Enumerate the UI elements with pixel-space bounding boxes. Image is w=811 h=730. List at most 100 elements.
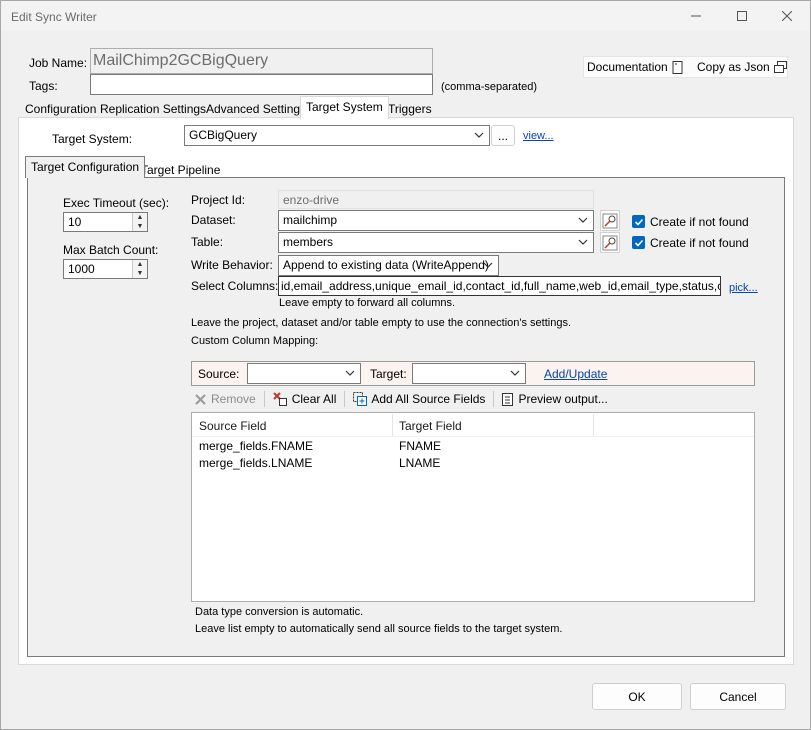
add-all-source-fields-button[interactable]: Add All Source Fields	[353, 392, 485, 406]
empty-list-note: Leave list empty to automatically send a…	[195, 623, 563, 635]
project-id-input[interactable]: enzo-drive	[278, 190, 594, 209]
tab-replication-settings[interactable]: Replication Settings	[94, 98, 212, 118]
chevron-down-icon	[483, 262, 493, 268]
spin-up-icon[interactable]: ▲	[133, 260, 147, 269]
spin-down-icon[interactable]: ▼	[133, 222, 147, 231]
row-source-field: merge_fields.FNAME	[199, 439, 314, 453]
copy-as-json-button[interactable]: Copy as Json	[697, 60, 787, 74]
spin-down-icon[interactable]: ▼	[133, 269, 147, 278]
custom-mapping-label: Custom Column Mapping:	[191, 335, 319, 347]
select-columns-label: Select Columns:	[191, 279, 279, 293]
write-behavior-value: Append to existing data (WriteAppend)	[283, 258, 489, 272]
exec-timeout-label: Exec Timeout (sec):	[63, 196, 170, 210]
source-label: Source:	[198, 367, 240, 381]
dataset-select[interactable]: mailchimp	[278, 210, 594, 231]
documentation-button[interactable]: Documentation	[587, 60, 684, 74]
column-divider[interactable]	[392, 414, 393, 436]
exec-timeout-input[interactable]: 10 ▲ ▼	[63, 212, 148, 232]
table-create-checkbox[interactable]	[632, 236, 645, 249]
tab-configuration[interactable]: Configuration	[19, 98, 102, 118]
window-title: Edit Sync Writer	[11, 10, 97, 24]
column-header-target[interactable]: Target Field	[399, 419, 462, 433]
dataset-create-checkbox[interactable]	[632, 215, 645, 228]
pick-columns-link[interactable]: pick...	[729, 282, 758, 294]
remove-icon	[195, 393, 206, 405]
ok-button[interactable]: OK	[592, 683, 682, 710]
target-system-value: GCBigQuery	[189, 128, 258, 142]
view-link[interactable]: view...	[523, 130, 554, 142]
source-select[interactable]	[247, 363, 361, 384]
row-source-field: merge_fields.LNAME	[199, 456, 313, 470]
mapping-bar: Source: Target: Add/Update	[191, 361, 755, 386]
title-bar: Edit Sync Writer	[1, 1, 810, 31]
close-button[interactable]	[764, 1, 810, 31]
add-all-source-fields-label: Add All Source Fields	[371, 392, 486, 406]
document-icon	[672, 60, 683, 74]
max-batch-spinner[interactable]: ▲ ▼	[132, 260, 147, 278]
row-target-field: FNAME	[399, 439, 441, 453]
checkmark-icon	[634, 218, 643, 226]
tags-input[interactable]	[90, 74, 433, 95]
clear-all-label: Clear All	[291, 392, 337, 406]
max-batch-label: Max Batch Count:	[63, 243, 159, 257]
chevron-down-icon	[474, 132, 484, 138]
select-columns-hint: Leave empty to forward all columns.	[279, 297, 456, 309]
target-select[interactable]	[412, 363, 526, 384]
row-target-field: LNAME	[399, 456, 441, 470]
conversion-note: Data type conversion is automatic.	[195, 606, 364, 618]
select-columns-input[interactable]: id,email_address,unique_email_id,contact…	[278, 276, 721, 296]
chevron-down-icon	[345, 370, 355, 376]
tab-target-pipeline[interactable]: Target Pipeline	[135, 159, 226, 179]
minimize-icon	[691, 15, 701, 17]
target-system-select[interactable]: GCBigQuery	[184, 125, 490, 146]
add-update-link[interactable]: Add/Update	[544, 367, 607, 381]
mapping-list[interactable]: Source Field Target Field merge_fields.F…	[191, 412, 755, 602]
preview-output-button[interactable]: Preview output...	[502, 392, 608, 406]
table-row[interactable]: merge_fields.LNAME LNAME	[192, 455, 754, 472]
dataset-pick-button[interactable]	[600, 210, 620, 231]
copy-as-json-label: Copy as Json	[697, 60, 770, 74]
tags-label: Tags:	[29, 79, 58, 93]
pick-icon	[602, 235, 618, 250]
max-batch-input[interactable]: 1000 ▲ ▼	[63, 259, 148, 279]
toolbar-separator	[493, 391, 495, 407]
table-row[interactable]: merge_fields.FNAME FNAME	[192, 438, 754, 455]
max-batch-value: 1000	[68, 262, 95, 276]
chevron-down-icon	[578, 239, 588, 245]
tab-advanced-settings[interactable]: Advanced Settings	[200, 98, 312, 118]
table-pick-button[interactable]	[600, 232, 620, 253]
checkmark-icon	[634, 239, 643, 247]
minimize-button[interactable]	[673, 1, 719, 31]
job-name-input[interactable]: MailChimp2GCBigQuery	[90, 48, 433, 74]
cancel-button[interactable]: Cancel	[690, 683, 786, 710]
header-toolbar: Documentation Copy as Json	[583, 56, 788, 78]
tags-hint: (comma-separated)	[441, 81, 537, 93]
clear-all-button[interactable]: Clear All	[272, 392, 337, 406]
column-header-source[interactable]: Source Field	[199, 419, 266, 433]
dataset-create-label: Create if not found	[650, 215, 749, 229]
table-select[interactable]: members	[278, 232, 594, 253]
tab-target-system[interactable]: Target System	[300, 96, 389, 119]
chevron-down-icon	[578, 217, 588, 223]
remove-button[interactable]: Remove	[194, 392, 256, 406]
project-id-label: Project Id:	[191, 193, 246, 207]
preview-icon	[502, 392, 514, 406]
table-create-label: Create if not found	[650, 236, 749, 250]
tab-triggers[interactable]: Triggers	[382, 98, 438, 118]
maximize-icon	[737, 11, 747, 21]
write-behavior-label: Write Behavior:	[191, 258, 273, 272]
write-behavior-select[interactable]: Append to existing data (WriteAppend)	[278, 255, 499, 276]
exec-timeout-spinner[interactable]: ▲ ▼	[132, 213, 147, 231]
column-divider[interactable]	[593, 414, 594, 436]
browse-button[interactable]: ...	[491, 125, 515, 146]
chevron-down-icon	[510, 370, 520, 376]
maximize-button[interactable]	[719, 1, 765, 31]
table-label: Table:	[191, 235, 224, 249]
remove-label: Remove	[211, 392, 256, 406]
copy-icon	[773, 61, 787, 73]
pick-icon	[602, 213, 618, 228]
clear-all-icon	[272, 392, 287, 406]
tab-target-configuration[interactable]: Target Configuration	[25, 156, 146, 178]
spin-up-icon[interactable]: ▲	[133, 213, 147, 222]
toolbar-separator	[263, 391, 265, 407]
